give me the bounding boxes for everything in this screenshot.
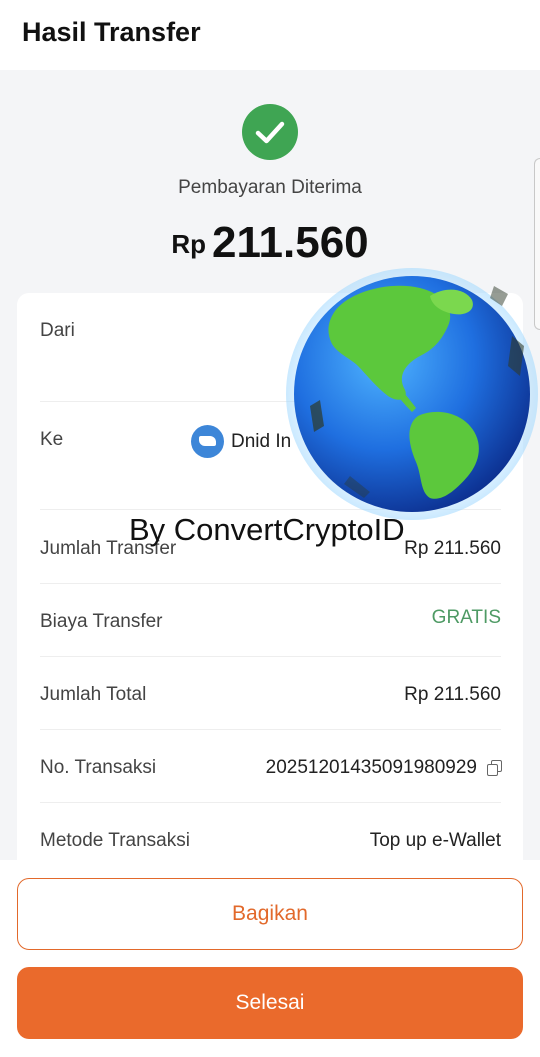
transfer-amount-value: Rp 211.560 <box>404 538 501 559</box>
total-label: Jumlah Total <box>40 684 147 705</box>
total-value: Rp 211.560 <box>404 684 501 705</box>
detail-row-transaction-no: No. Transaksi 20251201435091980929 <box>40 730 502 803</box>
page-title: Hasil Transfer <box>22 17 201 47</box>
currency-label: Rp <box>171 229 207 259</box>
amount-value: 211.560 <box>212 218 369 267</box>
payment-status: Pembayaran Diterima <box>178 177 362 198</box>
transaction-no-value: 20251201435091980929 <box>265 757 502 779</box>
transaction-no-text: 20251201435091980929 <box>265 757 477 778</box>
check-circle-icon <box>242 104 298 160</box>
from-label: Dari <box>40 320 75 341</box>
globe-icon <box>286 268 538 520</box>
done-button[interactable]: Selesai <box>17 967 523 1039</box>
watermark-text: By ConvertCryptoID <box>129 512 405 547</box>
method-value: Top up e-Wallet <box>369 830 501 851</box>
fee-value: GRATIS <box>431 607 501 628</box>
method-label: Metode Transaksi <box>40 830 190 851</box>
detail-row-fee: Biaya Transfer GRATIS <box>40 584 501 657</box>
fee-label: Biaya Transfer <box>40 611 163 632</box>
copy-icon[interactable] <box>487 760 502 776</box>
share-button[interactable]: Bagikan <box>17 878 523 950</box>
to-label: Ke <box>40 429 64 450</box>
detail-row-total: Jumlah Total Rp 211.560 <box>40 657 501 730</box>
top-bar: Hasil Transfer <box>0 0 540 70</box>
transfer-amount-display: Rp 211.560 <box>0 218 540 268</box>
transaction-no-label: No. Transaksi <box>40 757 157 778</box>
dana-logo-icon <box>191 425 224 458</box>
